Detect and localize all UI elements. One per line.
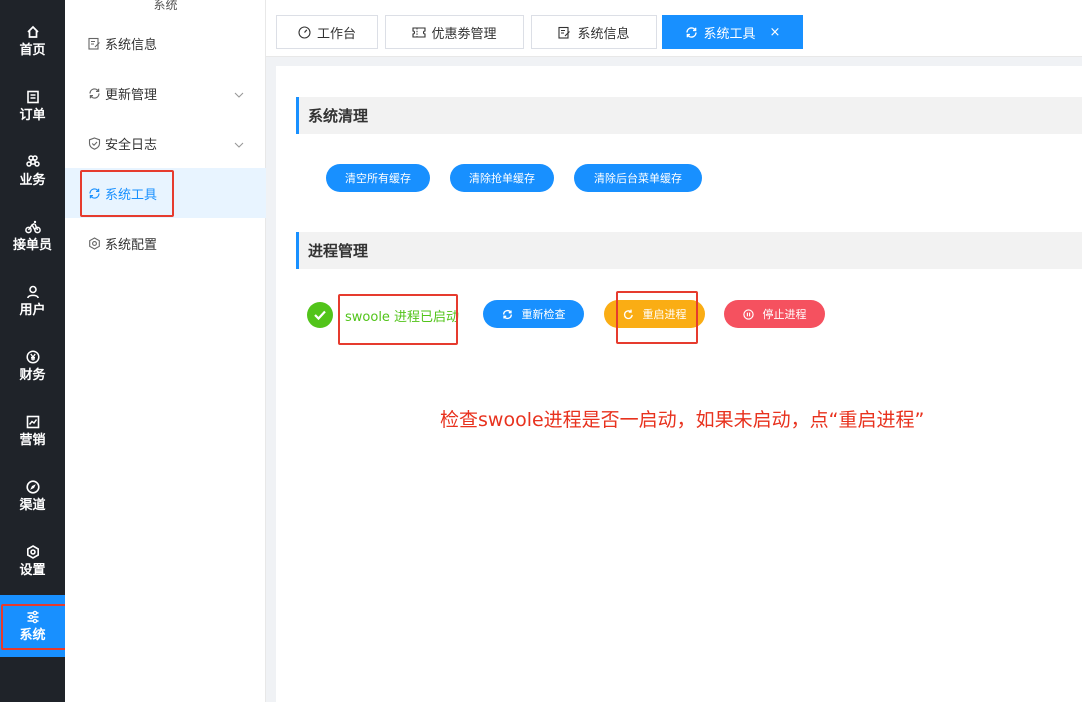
- submenu-item-system-info[interactable]: 系统信息: [65, 18, 266, 68]
- submenu-item-label: 系统配置: [105, 237, 158, 253]
- clear-menu-cache-button[interactable]: 清除后台菜单缓存: [574, 164, 702, 192]
- chevron-down-icon: [234, 87, 244, 102]
- home-icon: [25, 24, 41, 40]
- nav-label: 财务: [19, 368, 46, 383]
- tab-label: 工作台: [316, 26, 356, 42]
- nav-item-business[interactable]: 业务: [0, 140, 65, 202]
- nav-label: 订单: [19, 108, 46, 123]
- nav-label: 业务: [19, 173, 46, 188]
- section-title-cleanup: 系统清理: [296, 97, 1082, 134]
- nav-item-settings[interactable]: 设置: [0, 530, 65, 592]
- nav-item-users[interactable]: 用户: [0, 270, 65, 332]
- shield-icon: [87, 136, 101, 150]
- recheck-button-label: 重新检查: [521, 308, 566, 321]
- submenu-title: 系统: [153, 0, 178, 12]
- refresh-icon: [87, 86, 101, 100]
- edit-icon: [558, 25, 572, 39]
- chart-icon: [25, 414, 41, 430]
- recheck-button[interactable]: 重新检查: [483, 300, 584, 328]
- nav-item-couriers[interactable]: 接单员: [0, 205, 65, 267]
- tab-label: 系统信息: [577, 26, 630, 42]
- nav-label: 设置: [19, 563, 46, 578]
- command-icon: [25, 154, 41, 170]
- nav-label: 接单员: [12, 238, 52, 253]
- dashboard-icon: [298, 25, 312, 39]
- clear-all-cache-button[interactable]: 清空所有缓存: [326, 164, 430, 192]
- edit-icon: [87, 36, 101, 50]
- highlight-box-process-status: [338, 294, 458, 345]
- bicycle-icon: [24, 219, 41, 235]
- tab-label: 系统工具: [703, 26, 756, 42]
- nav-item-marketing[interactable]: 营销: [0, 400, 65, 462]
- nav-item-channels[interactable]: 渠道: [0, 465, 65, 527]
- tab-system-tools[interactable]: 系统工具 ×: [662, 15, 803, 49]
- main-nav: 首页 订单 业务 接单员 用户 财务 营销 渠道 设置 系统: [0, 0, 65, 702]
- annotation-text: 检查swoole进程是否一启动，如果未启动，点“重启进程”: [440, 409, 925, 431]
- tab-bar: 工作台 优惠劵管理 系统信息 系统工具 ×: [266, 0, 1082, 57]
- section-title-process: 进程管理: [296, 232, 1082, 269]
- nav-label: 渠道: [19, 498, 46, 513]
- submenu-item-system-config[interactable]: 系统配置: [65, 218, 266, 268]
- nav-label: 营销: [19, 433, 46, 448]
- nav-item-orders[interactable]: 订单: [0, 75, 65, 137]
- submenu: 系统 系统信息 更新管理 安全日志 系统工具 系统配置: [65, 0, 266, 702]
- submenu-item-update-management[interactable]: 更新管理: [65, 68, 266, 118]
- highlight-box-system-tools: [80, 170, 174, 217]
- refresh-icon: [502, 308, 514, 320]
- submenu-item-label: 更新管理: [105, 87, 158, 103]
- submenu-item-label: 系统信息: [105, 37, 158, 53]
- submenu-item-security-log[interactable]: 安全日志: [65, 118, 266, 168]
- hexagon-gear-icon: [87, 236, 101, 250]
- yen-icon: [25, 349, 41, 365]
- ticket-icon: [412, 25, 427, 39]
- gear-icon: [25, 544, 41, 560]
- highlight-box-restart-button: [616, 291, 698, 344]
- tab-coupon-management[interactable]: 优惠劵管理: [385, 15, 524, 49]
- tab-system-info[interactable]: 系统信息: [531, 15, 657, 49]
- nav-label: 首页: [19, 43, 46, 58]
- chevron-down-icon: [234, 137, 244, 152]
- submenu-item-label: 安全日志: [105, 137, 158, 153]
- user-icon: [25, 284, 41, 300]
- clear-grab-cache-button[interactable]: 清除抢单缓存: [450, 164, 554, 192]
- stop-process-button[interactable]: 停止进程: [724, 300, 825, 328]
- nav-label: 用户: [19, 303, 46, 318]
- main-content: 系统清理 清空所有缓存 清除抢单缓存 清除后台菜单缓存 进程管理 swoole …: [276, 66, 1082, 702]
- nav-item-home[interactable]: 首页: [0, 10, 65, 72]
- pause-circle-icon: [742, 308, 755, 320]
- check-circle-icon: [307, 302, 333, 328]
- stop-process-label: 停止进程: [762, 308, 807, 321]
- tab-workbench[interactable]: 工作台: [276, 15, 378, 49]
- refresh-icon: [685, 25, 699, 39]
- close-icon[interactable]: ×: [770, 25, 781, 40]
- compass-icon: [25, 479, 41, 495]
- tab-label: 优惠劵管理: [431, 26, 497, 42]
- order-icon: [25, 89, 41, 105]
- nav-item-finance[interactable]: 财务: [0, 335, 65, 397]
